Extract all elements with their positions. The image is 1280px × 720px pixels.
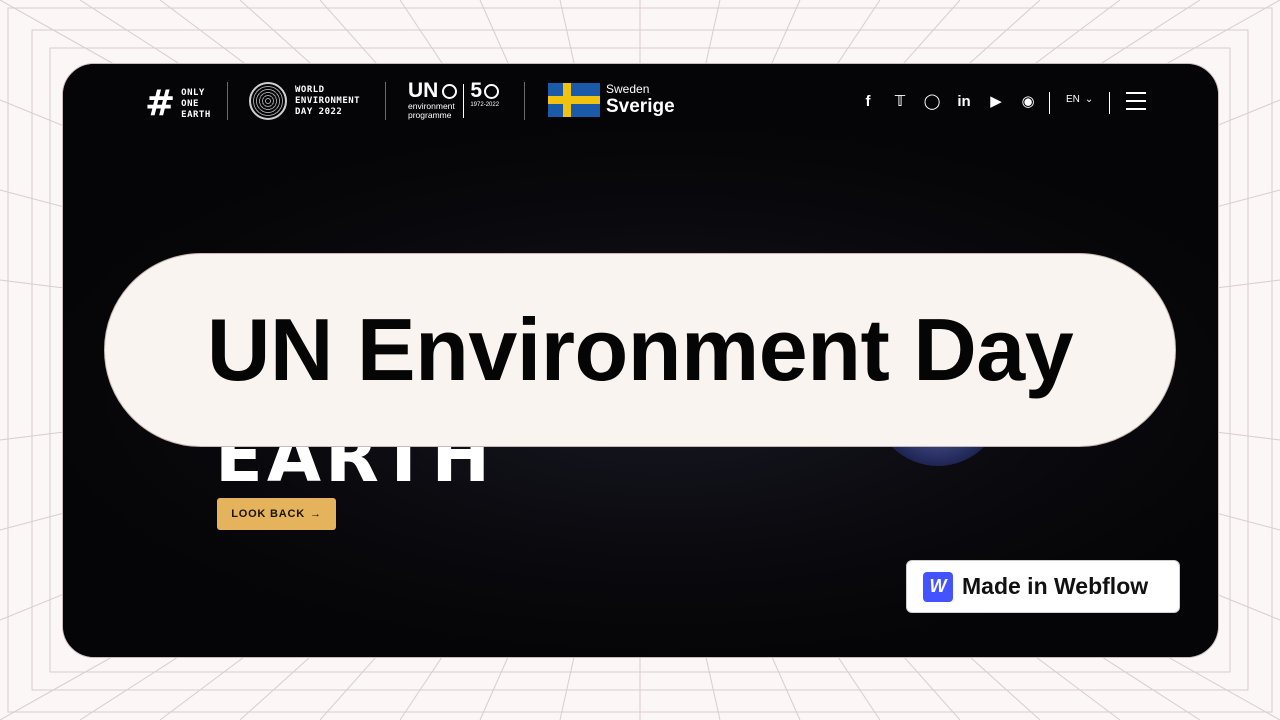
facebook-icon[interactable]: f (858, 92, 878, 112)
instagram-icon[interactable]: ◯ (922, 92, 942, 112)
arrow-right-icon: → (310, 508, 322, 520)
sweden-label: Sweden (606, 82, 650, 96)
wed-text: WORLD ENVIRONMENT DAY 2022 (295, 85, 360, 118)
only-one-earth-logo[interactable]: # ONLY ONE EARTH (145, 86, 211, 122)
language-label: EN (1066, 94, 1080, 105)
overlay-title: UN Environment Day (206, 300, 1074, 399)
social-links: f 𝕋 ◯ in ▶ ◉ (858, 92, 1038, 112)
sweden-text: Sweden Sverige (606, 82, 675, 118)
fingerprint-emblem-icon (249, 82, 287, 120)
swedish-flag-icon (548, 83, 600, 117)
logo-line: WORLD (295, 84, 325, 95)
fifty-years-mark: 5 1972-2022 (470, 79, 500, 109)
logo-line: ONLY (181, 87, 205, 98)
chevron-down-icon: ⌄ (1084, 94, 1094, 105)
hashtag-icon: # (145, 83, 176, 124)
un-wordmark: UN (408, 79, 458, 102)
youtube-icon[interactable]: ▶ (986, 92, 1006, 112)
fifty-number: 5 (470, 79, 500, 102)
fifty-digit: 5 (470, 79, 483, 102)
nav-divider (1049, 92, 1050, 114)
sverige-label: Sverige (606, 96, 675, 117)
logo-separator (463, 84, 465, 118)
top-nav: # ONLY ONE EARTH WORLD ENVIRONMENT DAY 2… (63, 64, 1218, 144)
language-selector[interactable]: EN ⌄ (1066, 94, 1093, 105)
title-overlay: UN Environment Day (104, 253, 1176, 447)
nav-divider (1109, 92, 1110, 114)
webflow-logo-icon: W (923, 571, 953, 602)
logo-line: DAY 2022 (295, 106, 343, 117)
nav-divider (227, 82, 228, 120)
un-sub-line: programme (408, 110, 452, 120)
twitter-icon[interactable]: 𝕋 (890, 92, 910, 112)
logo-line: ENVIRONMENT (295, 95, 361, 106)
fifty-emblem-icon (484, 83, 500, 99)
nav-divider (385, 82, 386, 120)
logo-line: EARTH (181, 109, 211, 120)
un-emblem-icon (442, 83, 458, 99)
weibo-icon[interactable]: ◉ (1018, 92, 1038, 112)
unep-logo[interactable]: UN environment programme 5 1972-2022 (408, 80, 499, 120)
only-one-earth-text: ONLY ONE EARTH (181, 88, 211, 121)
un-environment-programme: UN environment programme (408, 79, 458, 120)
world-environment-day-logo[interactable]: WORLD ENVIRONMENT DAY 2022 (249, 82, 360, 120)
look-back-button[interactable]: LOOK BACK → (217, 498, 336, 530)
fifty-years-range: 1972-2022 (470, 102, 500, 108)
badge-label: Made in Webflow (962, 573, 1149, 599)
nav-divider (524, 82, 525, 120)
logo-line: ONE (181, 98, 199, 109)
look-back-label: LOOK BACK (231, 508, 305, 520)
menu-icon[interactable] (1126, 92, 1146, 110)
linkedin-icon[interactable]: in (954, 92, 974, 112)
sweden-logo[interactable]: Sweden Sverige (548, 83, 675, 117)
un-text: UN (408, 79, 439, 102)
made-in-webflow-badge[interactable]: W Made in Webflow (906, 560, 1180, 613)
